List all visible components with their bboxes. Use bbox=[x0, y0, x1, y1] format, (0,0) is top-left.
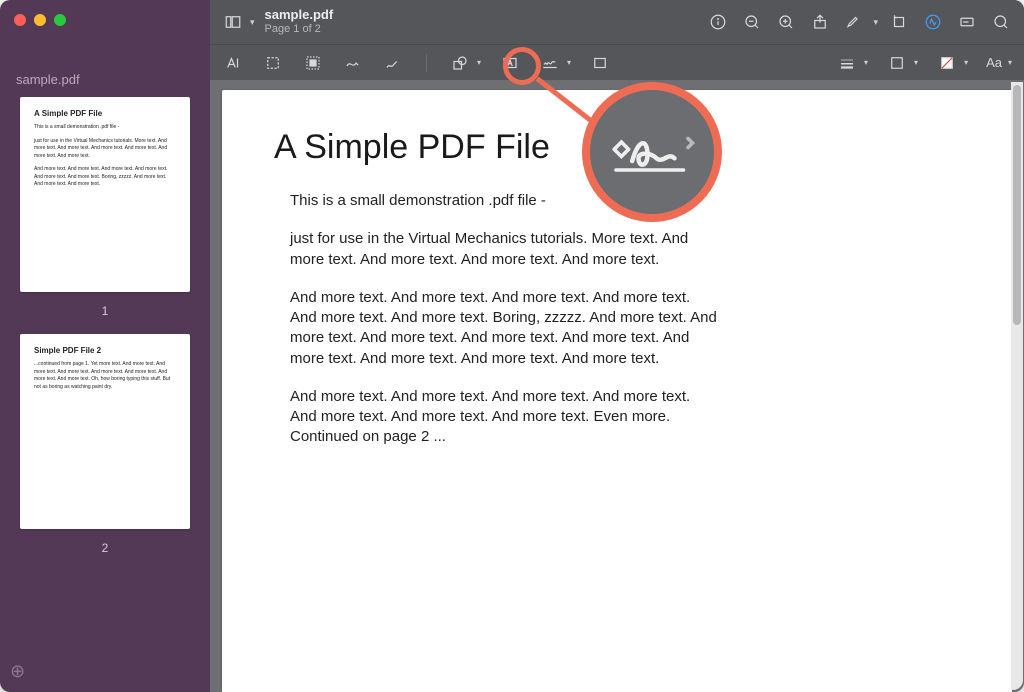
document-viewport[interactable]: A Simple PDF File This is a small demons… bbox=[210, 80, 1024, 692]
zoom-out-button[interactable] bbox=[739, 9, 765, 35]
thumbnail-number: 1 bbox=[18, 304, 192, 318]
chevron-down-icon[interactable]: ▾ bbox=[964, 58, 968, 67]
page-paragraph: And more text. And more text. And more t… bbox=[290, 288, 720, 369]
thumbnail-number: 2 bbox=[18, 541, 192, 555]
scrollbar-thumb[interactable] bbox=[1013, 85, 1021, 325]
signature-tool[interactable] bbox=[539, 52, 561, 74]
page-thumbnail[interactable]: Simple PDF File 2 ...continued from page… bbox=[20, 334, 190, 529]
vertical-scrollbar[interactable] bbox=[1011, 82, 1023, 690]
page-indicator: Page 1 of 2 bbox=[265, 23, 334, 36]
chevron-down-icon[interactable]: ▾ bbox=[1008, 58, 1012, 67]
fullscreen-window-button[interactable] bbox=[54, 14, 66, 26]
share-button[interactable] bbox=[807, 9, 833, 35]
text-style-tool[interactable]: Aa bbox=[986, 55, 1002, 70]
line-style-tool[interactable] bbox=[836, 52, 858, 74]
form-fill-button[interactable] bbox=[954, 9, 980, 35]
search-button[interactable] bbox=[988, 9, 1014, 35]
sidebar-file-name: sample.pdf bbox=[0, 34, 210, 97]
note-tool[interactable] bbox=[589, 52, 611, 74]
window-controls bbox=[0, 0, 210, 34]
chevron-down-icon[interactable]: ▾ bbox=[864, 58, 868, 67]
text-select-tool[interactable] bbox=[222, 52, 244, 74]
minimize-window-button[interactable] bbox=[34, 14, 46, 26]
border-color-tool[interactable] bbox=[886, 52, 908, 74]
sketch-tool[interactable] bbox=[342, 52, 364, 74]
highlight-button[interactable] bbox=[841, 9, 867, 35]
close-window-button[interactable] bbox=[14, 14, 26, 26]
sidebar: sample.pdf A Simple PDF File This is a s… bbox=[0, 0, 210, 692]
document-title: sample.pdf bbox=[265, 8, 334, 23]
chevron-down-icon[interactable]: ▾ bbox=[914, 58, 918, 67]
shapes-tool[interactable] bbox=[449, 52, 471, 74]
markup-toggle-button[interactable] bbox=[920, 9, 946, 35]
titlebar: ▾ sample.pdf Page 1 of 2 ▾ bbox=[210, 0, 1024, 44]
view-mode-button[interactable] bbox=[220, 9, 246, 35]
fill-color-tool[interactable] bbox=[936, 52, 958, 74]
main-area: ▾ sample.pdf Page 1 of 2 ▾ ▾ ▾ bbox=[210, 0, 1024, 692]
add-page-button[interactable]: ⊕ bbox=[0, 651, 210, 692]
page-paragraph: And more text. And more text. And more t… bbox=[290, 387, 720, 448]
chevron-down-icon[interactable]: ▾ bbox=[567, 58, 571, 67]
pdf-page: A Simple PDF File This is a small demons… bbox=[222, 90, 1012, 692]
separator bbox=[426, 54, 427, 72]
draw-tool[interactable] bbox=[382, 52, 404, 74]
title-block: sample.pdf Page 1 of 2 bbox=[265, 8, 334, 36]
markup-toolbar: ▾ ▾ ▾ ▾ ▾ Aa ▾ bbox=[210, 44, 1024, 80]
page-thumbnail[interactable]: A Simple PDF File This is a small demons… bbox=[20, 97, 190, 292]
chevron-down-icon[interactable]: ▾ bbox=[477, 58, 481, 67]
page-paragraph: This is a small demonstration .pdf file … bbox=[290, 191, 720, 211]
text-tool[interactable] bbox=[499, 52, 521, 74]
redact-tool[interactable] bbox=[302, 52, 324, 74]
chevron-down-icon[interactable]: ▾ bbox=[873, 17, 878, 28]
rect-select-tool[interactable] bbox=[262, 52, 284, 74]
chevron-down-icon[interactable]: ▾ bbox=[250, 17, 255, 28]
thumbnail-list[interactable]: A Simple PDF File This is a small demons… bbox=[0, 97, 210, 651]
page-heading: A Simple PDF File bbox=[274, 128, 960, 167]
info-button[interactable] bbox=[705, 9, 731, 35]
zoom-in-button[interactable] bbox=[773, 9, 799, 35]
rotate-button[interactable] bbox=[886, 9, 912, 35]
page-paragraph: just for use in the Virtual Mechanics tu… bbox=[290, 229, 720, 270]
